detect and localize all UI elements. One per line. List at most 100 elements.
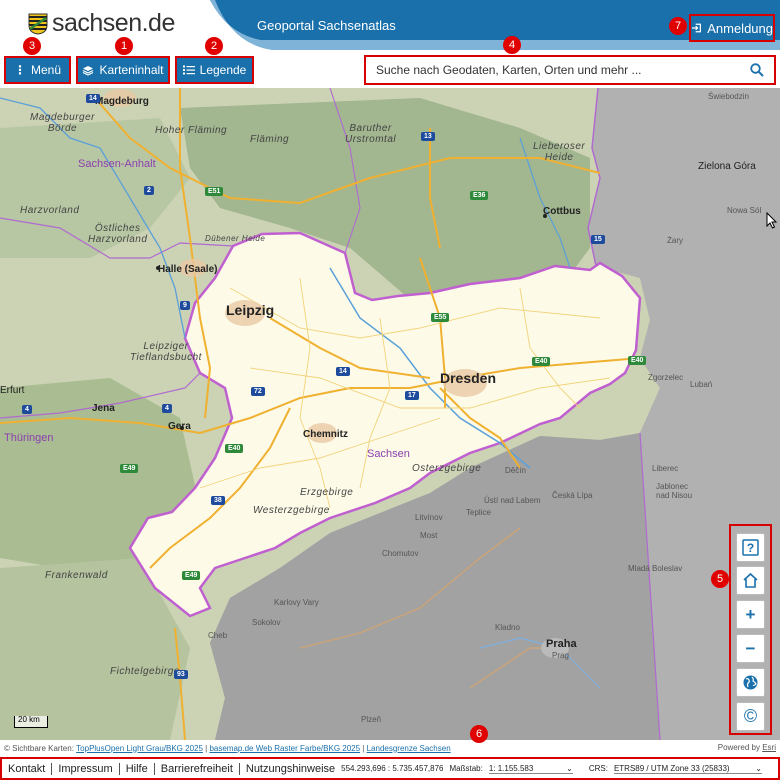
label-frankenwald: Frankenwald [45, 570, 108, 581]
label-teplice: Teplice [466, 508, 491, 517]
label-dresden: Dresden [440, 370, 497, 386]
footer-link-hilfe[interactable]: Hilfe [120, 762, 155, 775]
label-magdeburger-boerde: Magdeburger Börde [30, 112, 95, 134]
label-hoher-flaeming: Hoher Fläming [155, 125, 228, 136]
road-a9: 9 [180, 301, 190, 310]
road-a17: 17 [405, 391, 419, 400]
svg-text:?: ? [747, 541, 754, 555]
minus-icon: − [745, 638, 756, 658]
home-icon [743, 572, 758, 588]
logo-text: sachsen.de [52, 9, 175, 37]
map-content-label: Karteninhalt [99, 63, 164, 77]
label-zary: Żary [667, 236, 683, 245]
copyright-button[interactable]: © [736, 702, 765, 731]
map-controls: ? + − © [729, 524, 772, 735]
menu-label: Menü [30, 63, 62, 77]
road-a13: 13 [421, 132, 435, 141]
label-kladno: Kladno [495, 623, 520, 632]
label-luban: Lubań [690, 380, 713, 389]
label-usti: Ústí nad Labem [484, 496, 541, 505]
label-jablonec: Jablonec nad Nisou [656, 482, 693, 500]
crs-label: CRS: [588, 764, 608, 773]
label-flaeming: Fläming [250, 134, 290, 145]
sachsen-logo[interactable]: sachsen.de [28, 9, 175, 38]
label-baruther-urstromtal: Baruther Urstromtal [345, 123, 397, 145]
road-a38: 38 [211, 496, 225, 505]
label-oestliches-harzvorland: Östliches Harzvorland [88, 223, 148, 245]
search-button[interactable] [740, 57, 774, 83]
help-button[interactable]: ? [736, 533, 765, 562]
label-cheb: Cheb [208, 631, 228, 640]
label-duebener-heide: Dübener Heide [205, 234, 266, 243]
search-icon [750, 63, 764, 77]
copyright-icon: © [743, 706, 758, 726]
attribution-link-topplus[interactable]: TopPlusOpen Light Grau/BKG 2025 [76, 744, 203, 753]
home-button[interactable] [736, 566, 765, 595]
menu-button[interactable]: ⋮ Menü [4, 56, 71, 84]
globe-icon [743, 675, 758, 690]
label-karlovy-vary: Karlovy Vary [274, 598, 319, 607]
attribution-link-landesgrenze[interactable]: Landesgrenze Sachsen [367, 744, 451, 753]
attribution-prefix: © Sichtbare Karten: [4, 743, 74, 753]
label-leipzig: Leipzig [226, 302, 275, 318]
road-e49-b: E49 [182, 571, 201, 580]
marker-6: 6 [470, 725, 488, 743]
label-decin: Děčín [505, 466, 526, 475]
layers-icon [83, 65, 94, 76]
list-icon [182, 65, 195, 75]
road-e55: E55 [431, 313, 450, 322]
search-input[interactable] [366, 63, 740, 77]
footer-link-impressum[interactable]: Impressum [52, 762, 120, 775]
footer-link-kontakt[interactable]: Kontakt [2, 762, 53, 775]
label-thueringen: Thüringen [4, 432, 54, 444]
map-view[interactable]: Magdeburg Magdeburger Börde Hoher Flämin… [0, 88, 780, 740]
label-prag: Prag [552, 651, 569, 660]
plus-icon: + [745, 604, 756, 624]
marker-2: 2 [205, 37, 223, 55]
label-praha: Praha [546, 638, 577, 650]
label-ceska-lipa: Česká Lípa [552, 491, 593, 500]
crs-value: ETRS89 / UTM Zone 33 (25833) [613, 763, 730, 773]
login-button[interactable]: Anmeldung [689, 14, 775, 42]
marker-4: 4 [503, 36, 521, 54]
map-content-button[interactable]: Karteninhalt [76, 56, 170, 84]
esri-link[interactable]: Esri [762, 743, 776, 752]
label-chomutov: Chomutov [382, 549, 419, 558]
road-e40-left: E40 [225, 444, 244, 453]
coordinate-readout: 554.293,696 : 5.735.457,876 [341, 764, 444, 773]
road-a72: 72 [251, 387, 265, 396]
label-sachsen-anhalt: Sachsen-Anhalt [78, 158, 156, 170]
label-westerzgebirge: Westerzgebirge [253, 505, 330, 516]
footer-link-nutzungshinweise[interactable]: Nutzungshinweise [240, 763, 341, 775]
app-title: Geoportal Sachsenatlas [257, 18, 396, 33]
chevron-down-icon: ⌄ [566, 763, 573, 773]
attribution-link-basemap[interactable]: basemap.de Web Raster Farbe/BKG 2025 [209, 744, 360, 753]
label-sokolov: Sokolov [252, 618, 281, 627]
footer-bar: Kontakt Impressum Hilfe Barrierefreiheit… [0, 757, 780, 780]
marker-7: 7 [669, 17, 687, 35]
powered-by-label: Powered by [717, 743, 760, 752]
label-sachsen: Sachsen [367, 448, 410, 460]
map-canvas [0, 88, 780, 740]
globe-button[interactable] [736, 668, 765, 697]
legend-button[interactable]: Legende [175, 56, 254, 84]
road-a14-top: 14 [86, 94, 100, 103]
label-most: Most [420, 531, 438, 540]
label-erfurt: Erfurt [0, 385, 25, 396]
label-fichtelgebirge: Fichtelgebirge [110, 666, 180, 677]
road-a2: 2 [144, 186, 154, 195]
footer-link-barrierefreiheit[interactable]: Barrierefreiheit [155, 762, 240, 775]
login-label: Anmeldung [707, 20, 773, 36]
label-liberec: Liberec [652, 464, 679, 473]
crs-select[interactable]: ETRS89 / UTM Zone 33 (25833) ⌄ [613, 763, 762, 774]
label-nowa-sol: Nowa Sól [727, 206, 762, 215]
zoom-out-button[interactable]: − [736, 634, 765, 663]
marker-3: 3 [23, 37, 41, 55]
road-e51: E51 [205, 187, 224, 196]
label-magdeburg: Magdeburg [95, 96, 149, 107]
scale-select[interactable]: 1: 1.155.583 ⌄ [488, 763, 573, 774]
scale-value: 1: 1.155.583 [488, 763, 534, 773]
scale-label: Maßstab: [449, 764, 483, 773]
label-zgorzelec: Zgorzelec [648, 373, 684, 382]
zoom-in-button[interactable]: + [736, 600, 765, 629]
